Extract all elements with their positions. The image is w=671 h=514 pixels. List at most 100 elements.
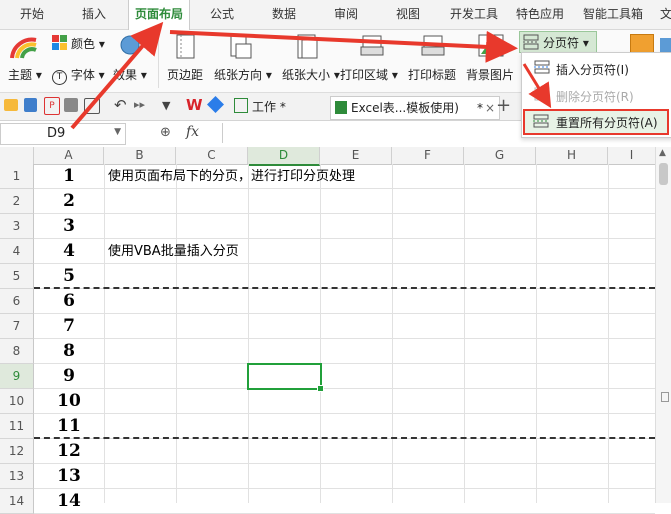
cube-icon[interactable] [207,96,224,113]
theme-button[interactable]: 主题 ▾ [8,66,42,83]
column-header-c[interactable]: C [176,147,248,165]
row-header[interactable]: 5 [0,264,34,289]
cell-a[interactable]: 9 [34,364,104,389]
row-header[interactable]: 12 [0,439,34,464]
print-titles-button[interactable]: 打印标题 [408,66,456,83]
scroll-split-icon[interactable] [661,392,669,402]
pdf-icon[interactable]: P [44,97,60,115]
row-header[interactable]: 4 [0,239,34,264]
vertical-scrollbar[interactable]: ▲ [655,147,671,503]
scrollbar-thumb[interactable] [659,163,668,185]
menu-data[interactable]: 数据 [272,0,296,29]
fx-button[interactable]: fx [186,124,199,140]
preview-icon[interactable] [84,98,100,114]
cell-a[interactable]: 12 [34,439,104,464]
gridline [34,363,655,364]
gridline [104,164,105,503]
cell-a[interactable]: 14 [34,489,104,514]
row-header[interactable]: 2 [0,189,34,214]
margins-button[interactable]: 页边距 [167,66,203,83]
menu-smart-tools[interactable]: 智能工具箱 [583,0,643,29]
gridline [34,413,655,414]
column-header-b[interactable]: B [104,147,176,165]
fonts-button[interactable]: T 字体 ▾ [52,66,105,85]
folder-icon[interactable] [4,99,18,111]
menu-insert-page-break[interactable]: 插入分页符(I) [556,61,629,78]
row-header[interactable]: 14 [0,489,34,514]
row-header[interactable]: 9 [0,364,34,389]
print-area-icon [360,35,384,56]
cell-a[interactable]: 3 [34,214,104,239]
menu-review[interactable]: 审阅 [334,0,358,29]
menu-developer[interactable]: 开发工具 [450,0,498,29]
cell-a[interactable]: 10 [34,389,104,414]
column-header-i[interactable]: I [608,147,656,165]
column-header-a[interactable]: A [34,147,104,165]
undo-icon[interactable]: ↶ [114,96,127,114]
tab-work-label: 工作 * [252,100,286,114]
row-header[interactable]: 11 [0,414,34,439]
cell-a[interactable]: 8 [34,339,104,364]
close-icon[interactable]: × [485,97,495,119]
menu-page-layout[interactable]: 页面布局 [128,0,191,30]
menu-home[interactable]: 开始 [20,0,44,29]
column-header-h[interactable]: H [536,147,608,165]
cell-a[interactable]: 2 [34,189,104,214]
reset-breaks-label: 重置所有分页符(A) [556,116,658,130]
new-tab-icon[interactable]: + [496,95,511,116]
menu-insert[interactable]: 插入 [82,0,106,29]
cell-a[interactable]: 7 [34,314,104,339]
cell-a[interactable]: 4 [34,239,104,264]
print-area-button[interactable]: 打印区域 ▾ [340,66,398,83]
row-header[interactable]: 8 [0,339,34,364]
fill-handle[interactable] [317,385,324,392]
gridline [536,164,537,503]
gridline [34,213,655,214]
colors-button[interactable]: 颜色 ▾ [71,35,105,52]
theme-icon[interactable] [10,36,38,60]
gridline [248,164,249,503]
orientation-button[interactable]: 纸张方向 ▾ [214,66,272,83]
print-icon[interactable] [64,98,78,112]
selected-cell-d9[interactable] [247,363,324,392]
doc-icon [234,98,248,113]
background-image-button[interactable]: 背景图片 [466,66,514,83]
page-break-button[interactable]: 分页符 ▾ [519,31,597,53]
tab-work[interactable]: 工作 * [234,96,326,118]
print-titles-icon [421,35,445,56]
row-header[interactable]: 7 [0,314,34,339]
cell-b[interactable]: 使用页面布局下的分页，进行打印分页处理 [108,164,355,189]
column-header-f[interactable]: F [392,147,464,165]
zoom-icon[interactable]: ⊕ [160,125,171,140]
menu-overflow[interactable]: 文 [660,0,671,29]
menu-view[interactable]: 视图 [396,0,420,29]
paper-size-button[interactable]: 纸张大小 ▾ [282,66,340,83]
column-header-g[interactable]: G [464,147,536,165]
more-icon[interactable]: ▸▸ [134,98,145,111]
name-box[interactable]: D9 ▼ [0,123,126,145]
customize-icon[interactable]: ▼ [162,99,170,112]
cell-a[interactable]: 1 [34,164,104,189]
column-header-e[interactable]: E [320,147,392,165]
chevron-down-icon[interactable]: ▼ [114,127,121,137]
row-header[interactable]: 13 [0,464,34,489]
menu-formulas[interactable]: 公式 [210,0,234,29]
cell-b[interactable]: 使用VBA批量插入分页 [108,239,239,264]
row-header[interactable]: 3 [0,214,34,239]
scroll-up-icon[interactable]: ▲ [659,148,666,158]
cell-a[interactable]: 6 [34,289,104,314]
menu-bar: 开始 插入 页面布局 公式 数据 审阅 视图 开发工具 特色应用 智能工具箱 文 [0,0,671,30]
cell-a[interactable]: 13 [34,464,104,489]
save-icon[interactable] [24,98,37,112]
menu-features[interactable]: 特色应用 [516,0,564,29]
gridline [34,313,655,314]
effects-button[interactable]: 效果 ▾ [113,66,147,83]
row-header[interactable]: 6 [0,289,34,314]
row-header[interactable]: 1 [0,164,34,189]
cell-a[interactable]: 5 [34,264,104,289]
cell-a[interactable]: 11 [34,414,104,439]
tab-excel-file[interactable]: Excel表...模板使用) * × [330,96,500,120]
menu-reset-all-breaks[interactable]: 重置所有分页符(A) [523,109,669,135]
row-header[interactable]: 10 [0,389,34,414]
select-all-corner[interactable] [0,147,34,165]
